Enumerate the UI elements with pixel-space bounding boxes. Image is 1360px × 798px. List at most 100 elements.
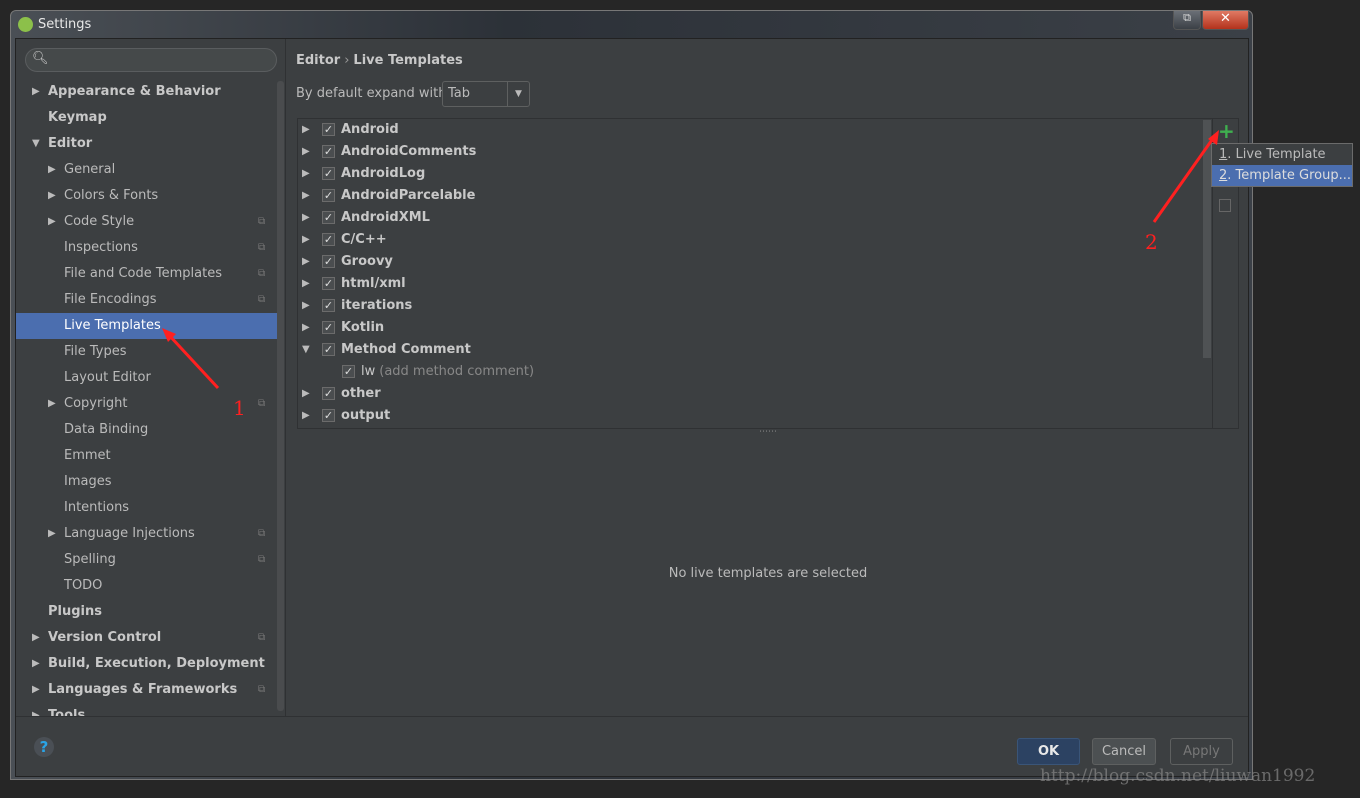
sidebar-item-live-templates[interactable]: Live Templates [16,313,284,339]
sidebar-item-todo[interactable]: TODO [16,573,284,599]
sidebar-item-intentions[interactable]: Intentions [16,495,284,521]
chevron-right-icon[interactable]: ▶ [48,209,56,235]
sidebar-item-images[interactable]: Images [16,469,284,495]
menu-item-template-group[interactable]: 2. Template Group... [1212,165,1352,186]
sidebar-item-language-injections[interactable]: ▶ Language Injections ⧉ [16,521,284,547]
template-checkbox[interactable]: ✓ [322,299,335,312]
sidebar-item-languages-frameworks[interactable]: ▶ Languages & Frameworks ⧉ [16,677,284,703]
chevron-right-icon[interactable]: ▶ [48,521,56,547]
sidebar-item-layout-editor[interactable]: Layout Editor [16,365,284,391]
template-label: Android [341,119,399,141]
sidebar-item-colors-fonts[interactable]: ▶ Colors & Fonts [16,183,284,209]
template-name: AndroidParcelable [341,188,476,203]
splitter-handle[interactable]: ⋯⋯ [759,427,777,437]
chevron-right-icon[interactable]: ▶ [32,677,40,703]
sidebar-item-label: Languages & Frameworks [48,682,238,697]
help-button[interactable]: ? [34,737,54,757]
chevron-right-icon[interactable]: ▶ [302,273,310,295]
template-checkbox[interactable]: ✓ [322,343,335,356]
sidebar-item-label: Code Style [64,214,135,229]
chevron-right-icon[interactable]: ▶ [302,119,310,141]
ok-button[interactable]: OK [1017,738,1080,765]
template-group-row[interactable]: ▼ ✓ Method Comment [298,339,1203,361]
search-input[interactable]: 🔍︎ [25,48,277,72]
sidebar-item-file-and-code-templates[interactable]: File and Code Templates ⧉ [16,261,284,287]
template-checkbox[interactable]: ✓ [322,255,335,268]
template-group-row[interactable]: ▶ ✓ AndroidComments [298,141,1203,163]
chevron-right-icon[interactable]: ▶ [302,185,310,207]
sidebar-item-appearance-behavior[interactable]: ▶ Appearance & Behavior [16,79,284,105]
chevron-right-icon[interactable]: ▶ [302,163,310,185]
template-group-row[interactable]: ▶ ✓ other [298,383,1203,405]
sidebar-item-plugins[interactable]: Plugins [16,599,284,625]
sidebar-item-version-control[interactable]: ▶ Version Control ⧉ [16,625,284,651]
sidebar-item-editor[interactable]: ▼ Editor [16,131,284,157]
template-label: AndroidParcelable [341,185,475,207]
template-group-row[interactable]: ▶ ✓ Kotlin [298,317,1203,339]
template-checkbox[interactable]: ✓ [322,277,335,290]
sidebar-item-inspections[interactable]: Inspections ⧉ [16,235,284,261]
template-checkbox[interactable]: ✓ [322,233,335,246]
sidebar-item-file-encodings[interactable]: File Encodings ⧉ [16,287,284,313]
chevron-right-icon[interactable]: ▶ [302,207,310,229]
template-checkbox[interactable]: ✓ [322,145,335,158]
template-group-row[interactable]: ▶ ✓ Groovy [298,251,1203,273]
template-group-row[interactable]: ▶ ✓ AndroidLog [298,163,1203,185]
sidebar-item-build-execution-deployment[interactable]: ▶ Build, Execution, Deployment [16,651,284,677]
template-checkbox[interactable]: ✓ [322,321,335,334]
chevron-right-icon[interactable]: ▶ [302,383,310,405]
chevron-right-icon[interactable]: ▶ [302,295,310,317]
template-group-row[interactable]: ▶ ✓ Android [298,119,1203,141]
chevron-down-icon[interactable]: ▼ [302,339,310,361]
menu-item-live-template[interactable]: 1. Live Template [1212,144,1352,165]
chevron-right-icon[interactable]: ▶ [32,651,40,677]
list-scrollbar[interactable] [1203,120,1211,358]
chevron-down-icon[interactable]: ▼ [32,131,40,157]
sidebar-item-general[interactable]: ▶ General [16,157,284,183]
sidebar-item-keymap[interactable]: Keymap [16,105,284,131]
sidebar-item-label: Build, Execution, Deployment [48,656,265,671]
template-group-row[interactable]: ▶ ✓ AndroidParcelable [298,185,1203,207]
template-checkbox[interactable]: ✓ [322,211,335,224]
add-icon[interactable]: + [1218,119,1235,143]
sidebar-item-file-types[interactable]: File Types [16,339,284,365]
sidebar-item-spelling[interactable]: Spelling ⧉ [16,547,284,573]
chevron-right-icon[interactable]: ▶ [302,317,310,339]
chevron-right-icon[interactable]: ▶ [48,157,56,183]
template-group-row[interactable]: ▶ ✓ html/xml [298,273,1203,295]
chevron-right-icon[interactable]: ▶ [32,79,40,105]
template-group-row[interactable]: ▶ ✓ iterations [298,295,1203,317]
expand-with-select[interactable]: Tab ▼ [442,81,530,107]
template-group-row[interactable]: ▶ ✓ output [298,405,1203,427]
template-checkbox[interactable]: ✓ [322,387,335,400]
template-checkbox[interactable]: ✓ [322,189,335,202]
template-label: AndroidLog [341,163,425,185]
chevron-right-icon[interactable]: ▶ [32,625,40,651]
template-checkbox[interactable]: ✓ [322,167,335,180]
chevron-right-icon[interactable]: ▶ [48,391,56,417]
sidebar-item-tools[interactable]: ▶ Tools [16,703,284,716]
template-checkbox[interactable]: ✓ [342,365,355,378]
apply-button[interactable]: Apply [1170,738,1233,765]
breadcrumb: Editor › Live Templates [296,53,463,68]
template-checkbox[interactable]: ✓ [322,409,335,422]
template-checkbox[interactable]: ✓ [322,123,335,136]
template-group-row[interactable]: ▶ ✓ C/C++ [298,229,1203,251]
sidebar-item-data-binding[interactable]: Data Binding [16,417,284,443]
chevron-right-icon[interactable]: ▶ [302,141,310,163]
chevron-right-icon[interactable]: ▶ [48,183,56,209]
duplicate-icon[interactable] [1219,199,1231,212]
chevron-right-icon[interactable]: ▶ [32,703,40,716]
template-group-row[interactable]: ▶ ✓ AndroidXML [298,207,1203,229]
cancel-button[interactable]: Cancel [1092,738,1156,765]
close-button[interactable]: ✕ [1202,11,1249,30]
chevron-right-icon[interactable]: ▶ [302,251,310,273]
sidebar-item-label: Copyright [64,396,128,411]
chevron-right-icon[interactable]: ▶ [302,229,310,251]
sidebar-item-code-style[interactable]: ▶ Code Style ⧉ [16,209,284,235]
chevron-right-icon[interactable]: ▶ [302,405,310,427]
template-item[interactable]: ✓ lw (add method comment) [298,361,1203,383]
sidebar-scrollbar[interactable] [277,81,284,711]
sidebar-item-emmet[interactable]: Emmet [16,443,284,469]
restore-button[interactable]: ⧉ [1173,11,1201,30]
